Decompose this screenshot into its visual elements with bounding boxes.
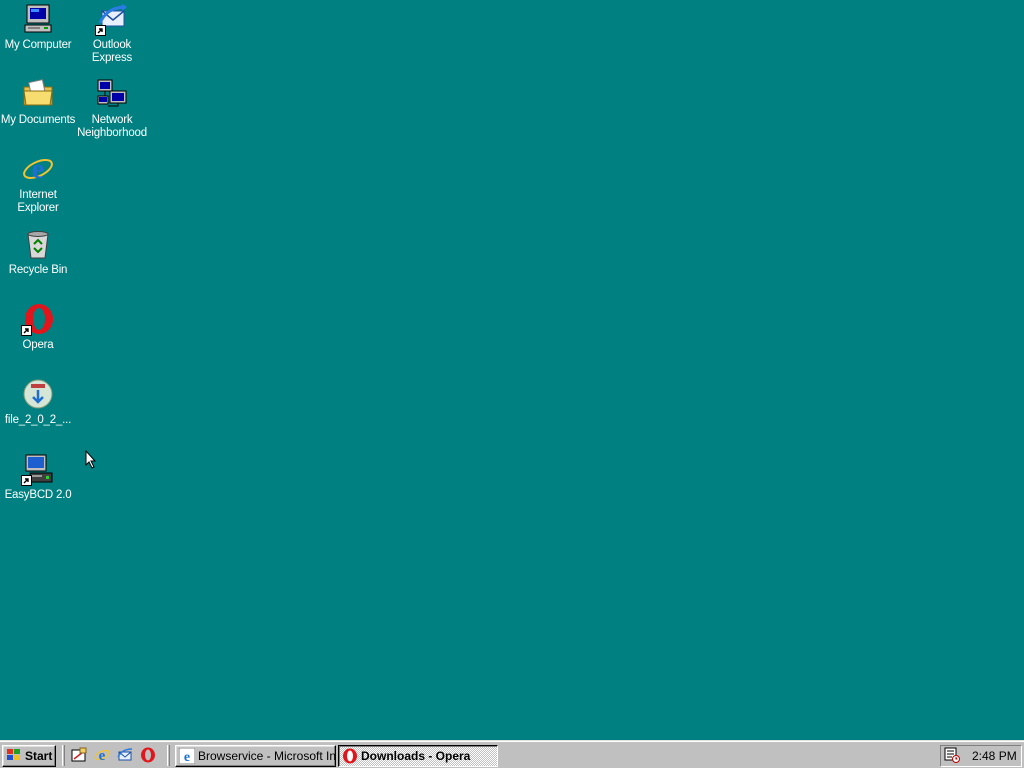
shortcut-arrow-icon bbox=[95, 25, 106, 36]
mouse-cursor-icon bbox=[85, 449, 97, 472]
outlook-express-icon bbox=[117, 747, 133, 766]
desktop-icon-label: My Computer bbox=[4, 39, 72, 51]
desktop-icon-installer-file[interactable]: file_2_0_2_... bbox=[0, 377, 76, 427]
my-documents-icon bbox=[21, 77, 55, 111]
quick-launch-opera[interactable] bbox=[139, 747, 157, 765]
desktop-icon-outlook-express[interactable]: Outlook Express bbox=[74, 2, 150, 65]
taskbar: Start e e Browservice - Microsoft Int...… bbox=[0, 740, 1024, 768]
clock[interactable]: 2:48 PM bbox=[972, 749, 1017, 763]
quick-launch-internet-explorer[interactable]: e bbox=[93, 747, 111, 765]
task-button-browservice[interactable]: e Browservice - Microsoft Int... bbox=[175, 745, 336, 767]
desktop-icon-my-documents[interactable]: My Documents bbox=[0, 77, 76, 127]
network-neighborhood-icon bbox=[95, 77, 129, 111]
desktop-icon-opera[interactable]: Opera bbox=[0, 302, 76, 352]
svg-text:e: e bbox=[99, 748, 106, 763]
internet-explorer-icon: e bbox=[21, 152, 55, 186]
outlook-express-icon bbox=[95, 2, 129, 36]
desktop-icon-label: My Documents bbox=[0, 114, 76, 126]
easybcd-icon bbox=[21, 452, 55, 486]
installer-file-icon bbox=[21, 377, 55, 411]
shortcut-arrow-icon bbox=[21, 475, 32, 486]
desktop-icon-label: Network Neighborhood bbox=[77, 114, 147, 139]
system-tray: 2:48 PM bbox=[940, 745, 1022, 767]
desktop-icon-label: Opera bbox=[22, 339, 54, 351]
svg-text:e: e bbox=[184, 750, 190, 764]
desktop-icon-internet-explorer[interactable]: e Internet Explorer bbox=[0, 152, 76, 215]
task-button-label: Downloads - Opera bbox=[361, 749, 471, 763]
start-button[interactable]: Start bbox=[2, 745, 56, 767]
svg-text:e: e bbox=[32, 154, 44, 185]
desktop-icon-label: Recycle Bin bbox=[8, 264, 68, 276]
desktop: My Computer Outlook Express My Documents… bbox=[0, 0, 1024, 740]
quick-launch-show-desktop[interactable] bbox=[70, 747, 88, 765]
desktop-icon-label: Outlook Express bbox=[91, 39, 133, 64]
desktop-icon-my-computer[interactable]: My Computer bbox=[0, 2, 76, 52]
task-button-opera-downloads[interactable]: Downloads - Opera bbox=[338, 745, 498, 767]
task-button-label: Browservice - Microsoft Int... bbox=[198, 749, 336, 763]
internet-explorer-icon: e bbox=[178, 747, 196, 765]
desktop-icon-recycle-bin[interactable]: Recycle Bin bbox=[0, 227, 76, 277]
scheduler-icon[interactable] bbox=[944, 747, 960, 766]
opera-icon bbox=[21, 302, 55, 336]
opera-icon bbox=[140, 747, 156, 766]
desktop-icon-easybcd[interactable]: EasyBCD 2.0 bbox=[0, 452, 76, 502]
my-computer-icon bbox=[21, 2, 55, 36]
quick-launch-grip[interactable] bbox=[62, 745, 65, 766]
shortcut-arrow-icon bbox=[21, 325, 32, 336]
show-desktop-icon bbox=[71, 747, 87, 766]
recycle-bin-icon bbox=[21, 227, 55, 261]
task-area-grip[interactable] bbox=[167, 745, 170, 766]
desktop-icon-label: EasyBCD 2.0 bbox=[4, 489, 72, 501]
start-label: Start bbox=[25, 749, 53, 763]
internet-explorer-icon: e bbox=[94, 747, 110, 766]
desktop-icon-label: file_2_0_2_... bbox=[4, 414, 72, 426]
windows-logo-icon bbox=[6, 748, 22, 765]
desktop-icon-label: Internet Explorer bbox=[17, 189, 59, 214]
opera-icon bbox=[342, 748, 358, 764]
quick-launch-outlook-express[interactable] bbox=[116, 747, 134, 765]
desktop-icon-network-neighborhood[interactable]: Network Neighborhood bbox=[74, 77, 150, 140]
